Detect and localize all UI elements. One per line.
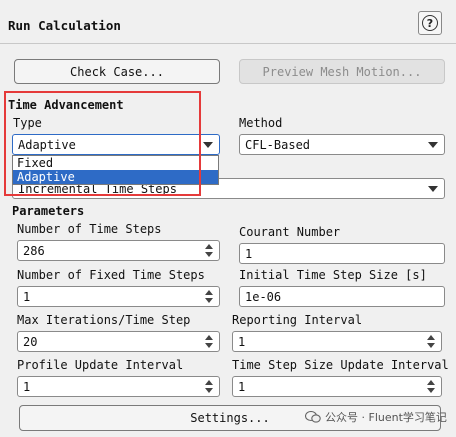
type-dropdown-list: Fixed Adaptive: [12, 155, 219, 185]
num-time-steps-label: Number of Time Steps: [17, 222, 162, 236]
method-dropdown-value: CFL-Based: [245, 137, 311, 152]
spinner-arrows-icon[interactable]: [205, 243, 214, 258]
spinner-arrows-icon[interactable]: [427, 334, 436, 349]
profile-update-label: Profile Update Interval: [17, 358, 184, 372]
watermark-text: 公众号 · Fluent学习笔记: [325, 411, 447, 424]
step-size-update-spinner[interactable]: 1: [232, 376, 442, 397]
courant-number-label: Courant Number: [239, 225, 341, 239]
reporting-interval-label: Reporting Interval: [232, 313, 363, 327]
type-dropdown-value: Adaptive: [18, 137, 76, 152]
spinner-arrows-icon[interactable]: [205, 379, 214, 394]
spinner-arrows-icon[interactable]: [205, 289, 214, 304]
watermark: 公众号 · Fluent学习笔记: [304, 409, 447, 425]
reporting-interval-spinner[interactable]: 1: [232, 331, 442, 352]
num-fixed-steps-spinner[interactable]: 1: [17, 286, 220, 307]
type-label: Type: [13, 116, 42, 130]
type-option-fixed[interactable]: Fixed: [13, 156, 218, 170]
parameters-section-title: Parameters: [12, 204, 85, 218]
initial-step-size-label: Initial Time Step Size [s]: [239, 268, 427, 282]
chevron-down-icon: [428, 142, 438, 148]
chevron-down-icon: [428, 186, 438, 192]
num-fixed-steps-label: Number of Fixed Time Steps: [17, 268, 205, 282]
step-size-update-value: 1: [238, 379, 246, 394]
time-advancement-section-title: Time Advancement: [8, 98, 124, 112]
check-case-button[interactable]: Check Case...: [14, 59, 220, 84]
initial-step-size-input[interactable]: 1e-06: [239, 286, 445, 307]
spinner-arrows-icon[interactable]: [427, 379, 436, 394]
profile-update-value: 1: [23, 379, 31, 394]
num-time-steps-value: 286: [23, 243, 45, 258]
help-button[interactable]: ?: [418, 11, 442, 35]
max-iterations-label: Max Iterations/Time Step: [17, 313, 191, 327]
help-icon: ?: [422, 15, 438, 31]
step-size-update-label: Time Step Size Update Interval: [232, 358, 449, 372]
method-dropdown[interactable]: CFL-Based: [239, 134, 445, 155]
max-iterations-value: 20: [23, 334, 38, 349]
profile-update-spinner[interactable]: 1: [17, 376, 220, 397]
chevron-down-icon: [203, 142, 213, 148]
courant-number-input[interactable]: 1: [239, 243, 445, 264]
spinner-arrows-icon[interactable]: [205, 334, 214, 349]
type-option-adaptive[interactable]: Adaptive: [13, 170, 218, 184]
num-fixed-steps-value: 1: [23, 289, 31, 304]
header-divider: [0, 43, 456, 44]
preview-mesh-motion-button[interactable]: Preview Mesh Motion...: [239, 59, 445, 84]
wechat-icon: [304, 410, 321, 423]
courant-number-value: 1: [245, 246, 253, 261]
type-dropdown[interactable]: Adaptive: [12, 134, 220, 155]
initial-step-size-value: 1e-06: [245, 289, 282, 304]
num-time-steps-spinner[interactable]: 286: [17, 240, 220, 261]
method-label: Method: [239, 116, 283, 130]
reporting-interval-value: 1: [238, 334, 246, 349]
max-iterations-spinner[interactable]: 20: [17, 331, 220, 352]
dialog-title: Run Calculation: [8, 18, 121, 33]
